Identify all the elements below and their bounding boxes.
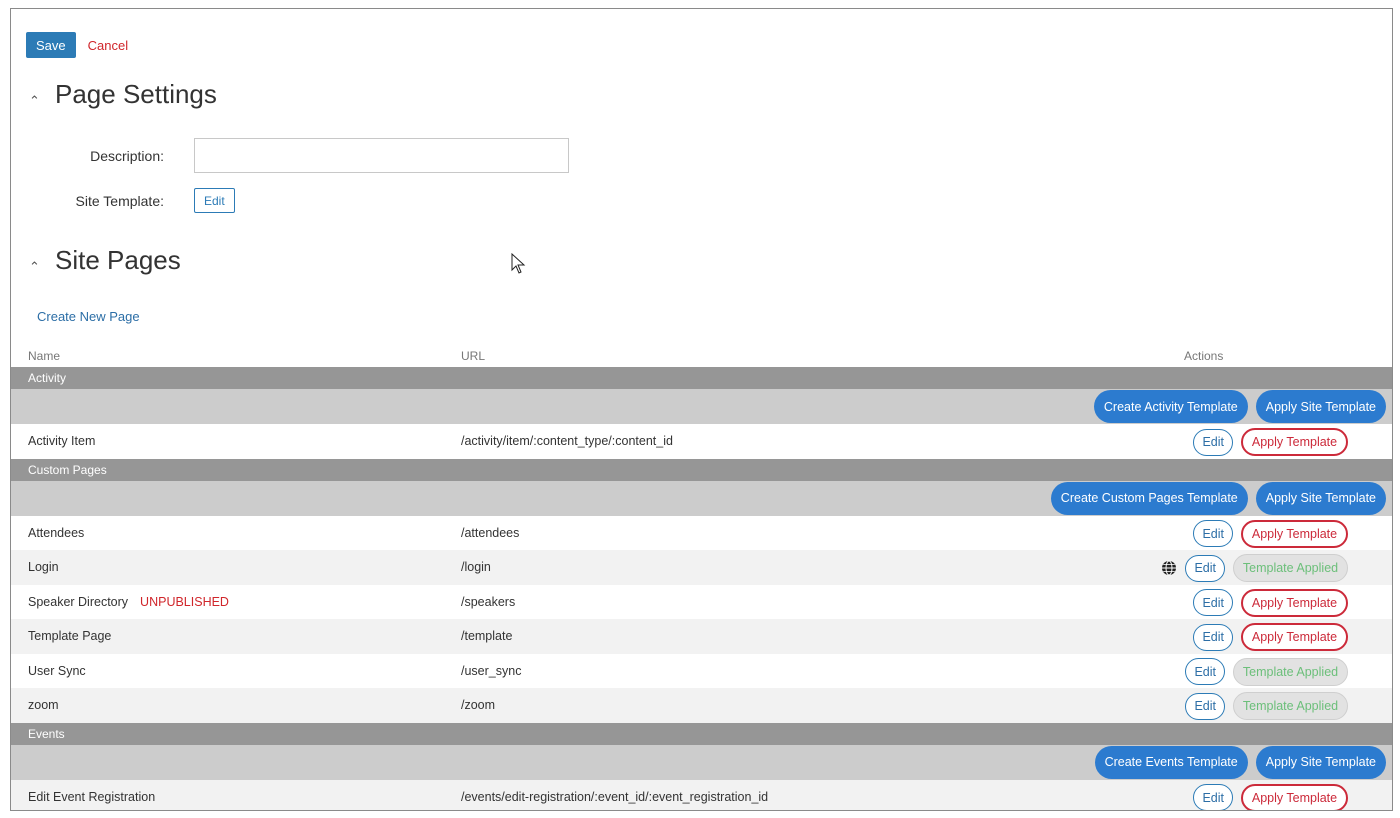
save-button[interactable]: Save: [26, 32, 76, 58]
table-row: Attendees /attendees Edit Apply Template: [11, 516, 1392, 551]
page-url: /activity/item/:content_type/:content_id: [461, 434, 673, 448]
description-input[interactable]: [194, 138, 569, 173]
apply-template-button[interactable]: Apply Template: [1241, 428, 1348, 456]
apply-template-button[interactable]: Apply Template: [1241, 623, 1348, 651]
page-name: Speaker Directory UNPUBLISHED: [28, 595, 229, 609]
globe-icon: [1162, 560, 1177, 576]
group-template-actions: Create Custom Pages Template Apply Site …: [11, 480, 1392, 516]
apply-site-template-button[interactable]: Apply Site Template: [1255, 481, 1386, 515]
create-custom-pages-template-button[interactable]: Create Custom Pages Template: [1050, 481, 1248, 515]
table-row: Login /login Edit Template Applied: [11, 550, 1392, 585]
row-actions: Edit Apply Template: [1193, 428, 1348, 456]
chevron-up-icon[interactable]: ⌃: [29, 259, 55, 275]
page-url: /speakers: [461, 594, 516, 609]
mouse-pointer-icon: [511, 253, 526, 274]
page-name: Login: [28, 560, 59, 574]
page-name-text: Speaker Directory: [28, 594, 129, 609]
site-pages-title: Site Pages: [55, 245, 181, 275]
page-name: Template Page: [28, 629, 112, 643]
page-name: zoom: [28, 698, 59, 712]
page-url: /events/edit-registration/:event_id/:eve…: [461, 789, 769, 804]
edit-button[interactable]: Edit: [1185, 658, 1225, 685]
page-url: /login: [461, 560, 491, 574]
group-template-actions: Create Events Template Apply Site Templa…: [11, 744, 1392, 780]
edit-button[interactable]: Edit: [1193, 623, 1233, 651]
create-activity-template-button[interactable]: Create Activity Template: [1093, 390, 1248, 423]
template-applied-badge: Template Applied: [1233, 692, 1348, 720]
column-actions: Actions: [1184, 349, 1224, 363]
apply-site-template-button[interactable]: Apply Site Template: [1255, 390, 1386, 423]
row-actions: Edit Apply Template: [1193, 783, 1348, 810]
edit-button[interactable]: Edit: [1185, 692, 1225, 720]
chevron-up-icon[interactable]: ⌃: [29, 93, 55, 109]
site-template-label: Site Template:: [75, 192, 164, 209]
table-row: User Sync /user_sync Edit Template Appli…: [11, 654, 1392, 689]
unpublished-badge: UNPUBLISHED: [140, 594, 229, 609]
site-pages-table: Name URL Actions Activity Create Activit…: [11, 345, 1392, 810]
table-row: Edit Event Registration /events/edit-reg…: [11, 779, 1392, 810]
page-url: /template: [461, 629, 513, 643]
column-name: Name: [28, 349, 61, 363]
row-actions: Edit Apply Template: [1193, 588, 1348, 617]
page-name: Attendees: [28, 525, 85, 540]
table-row: Template Page /template Edit Apply Templ…: [11, 619, 1392, 654]
page-name: Activity Item: [28, 434, 96, 448]
page-url: /attendees: [461, 525, 520, 540]
page-settings-header[interactable]: ⌃ Page Settings: [29, 79, 217, 110]
table-row: zoom /zoom Edit Template Applied: [11, 688, 1392, 723]
create-new-page-link[interactable]: Create New Page: [37, 309, 140, 324]
template-applied-badge: Template Applied: [1233, 554, 1348, 582]
group-header-events: Events: [11, 722, 1392, 745]
cancel-link[interactable]: Cancel: [88, 38, 128, 53]
page-frame: Save Cancel ⌃ Page Settings Description:…: [10, 8, 1393, 811]
site-pages-header[interactable]: ⌃ Site Pages: [29, 245, 181, 276]
table-row: Activity Item /activity/item/:content_ty…: [11, 424, 1392, 459]
page-name: Edit Event Registration: [28, 789, 156, 804]
template-applied-badge: Template Applied: [1233, 657, 1348, 686]
edit-button[interactable]: Edit: [1193, 428, 1233, 456]
column-url: URL: [461, 349, 486, 363]
group-template-actions: Create Activity Template Apply Site Temp…: [11, 389, 1392, 424]
group-header-custom-pages: Custom Pages: [11, 458, 1392, 481]
create-events-template-button[interactable]: Create Events Template: [1094, 745, 1248, 779]
top-actions: Save Cancel: [26, 32, 128, 58]
row-actions: Edit Apply Template: [1193, 519, 1348, 548]
page-url: /user_sync: [461, 663, 522, 678]
description-row: Description:: [11, 138, 569, 173]
apply-template-button[interactable]: Apply Template: [1241, 588, 1348, 617]
row-actions: Edit Template Applied: [1185, 692, 1348, 720]
table-header: Name URL Actions: [11, 345, 1392, 367]
page-settings-title: Page Settings: [55, 79, 217, 109]
apply-template-button[interactable]: Apply Template: [1241, 783, 1348, 810]
group-header-activity: Activity: [11, 367, 1392, 389]
page-url: /zoom: [461, 698, 496, 712]
edit-button[interactable]: Edit: [1193, 520, 1233, 547]
site-template-row: Site Template: Edit: [11, 188, 235, 213]
edit-button[interactable]: Edit: [1193, 784, 1233, 810]
table-row: Speaker Directory UNPUBLISHED /speakers E…: [11, 585, 1392, 620]
edit-button[interactable]: Edit: [1193, 589, 1233, 616]
site-template-edit-button[interactable]: Edit: [194, 188, 235, 213]
description-label: Description:: [90, 147, 164, 164]
row-actions: Edit Template Applied: [1185, 657, 1348, 686]
apply-site-template-button[interactable]: Apply Site Template: [1255, 745, 1386, 779]
edit-button[interactable]: Edit: [1185, 554, 1225, 582]
apply-template-button[interactable]: Apply Template: [1241, 519, 1348, 548]
row-actions: Edit Apply Template: [1193, 623, 1348, 651]
row-actions: Edit Template Applied: [1161, 554, 1348, 582]
page-name: User Sync: [28, 663, 86, 678]
